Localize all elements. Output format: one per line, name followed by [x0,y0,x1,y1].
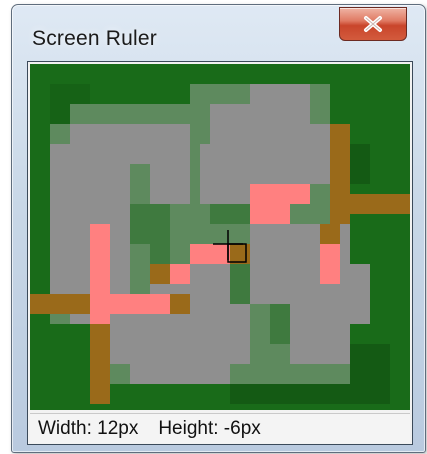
status-bar: Width: 12px Height: -6px [30,413,410,443]
close-button[interactable] [339,7,407,41]
screen-ruler-window: Screen Ruler Width: 12px Height: -6px [11,4,426,453]
magnifier-view[interactable] [30,64,410,410]
close-icon [364,16,382,32]
magnified-pixels [30,84,410,404]
width-readout: Width: 12px [38,417,139,439]
ruler-client-area: Width: 12px Height: -6px [27,61,413,445]
height-readout: Height: -6px [158,417,261,439]
window-title: Screen Ruler [32,27,157,50]
